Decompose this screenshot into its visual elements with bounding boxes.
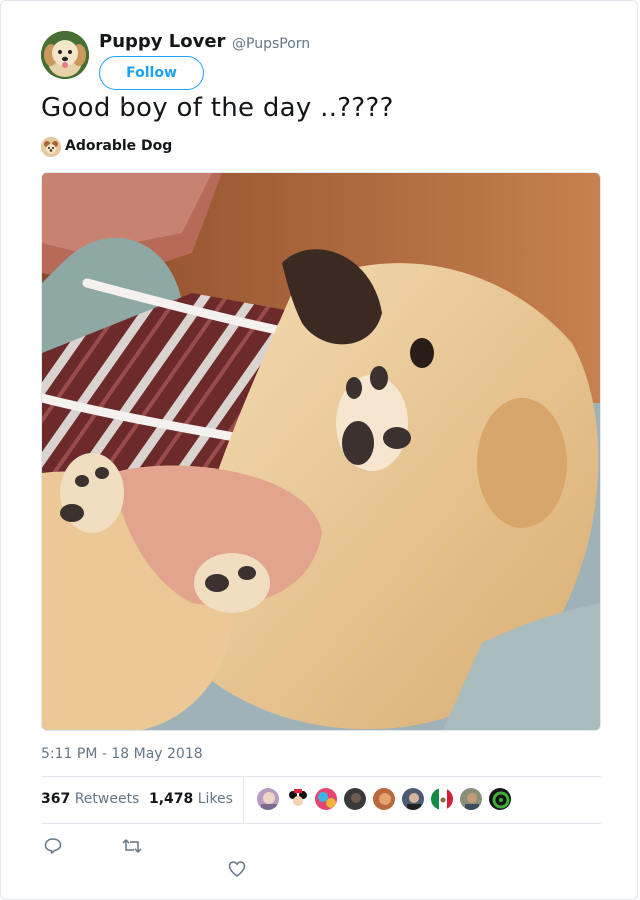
tweet-text: Good boy of the day ..???? xyxy=(41,93,394,123)
context-label[interactable]: Adorable Dog xyxy=(65,138,172,154)
tweet-timestamp[interactable]: 5:11 PM - 18 May 2018 xyxy=(41,746,203,762)
orange-avatar[interactable] xyxy=(372,787,396,811)
author-handle[interactable]: @PupsPorn xyxy=(232,36,310,52)
retweets-label: Retweets xyxy=(74,791,140,807)
author-name[interactable]: Puppy Lover xyxy=(99,31,225,52)
mexico-flag-avatar[interactable] xyxy=(430,787,454,811)
liker-avatar[interactable] xyxy=(256,787,280,811)
dark-avatar[interactable] xyxy=(343,787,367,811)
colorful-avatar[interactable] xyxy=(314,787,338,811)
retweet-icon[interactable] xyxy=(122,837,142,859)
likes-count: 1,478 xyxy=(149,791,194,807)
tweet-video[interactable] xyxy=(41,172,601,731)
like-heart-icon[interactable] xyxy=(228,860,246,882)
caret-down-icon[interactable]: ⌄ xyxy=(119,97,127,108)
person-avatar[interactable] xyxy=(401,787,425,811)
likes-label: Likes xyxy=(197,791,233,807)
likes-stat[interactable]: 1,478 Likes xyxy=(149,791,233,807)
dog-emoji-icon xyxy=(41,137,61,157)
retweets-count: 367 xyxy=(41,791,71,807)
stats-divider-top xyxy=(41,776,601,777)
stats-divider-bottom xyxy=(41,823,601,824)
author-avatar[interactable] xyxy=(41,31,89,79)
follow-button[interactable]: Follow xyxy=(99,56,204,90)
green-logo-avatar[interactable] xyxy=(488,787,512,811)
person-avatar-2[interactable] xyxy=(459,787,483,811)
retweets-stat[interactable]: 367 Retweets xyxy=(41,791,139,807)
tweet-card: Puppy Lover @PupsPorn Follow Good boy of… xyxy=(0,0,638,900)
stats-vertical-divider xyxy=(243,776,244,823)
reply-icon[interactable] xyxy=(44,837,62,859)
minnie-mouse-avatar[interactable] xyxy=(285,787,309,811)
